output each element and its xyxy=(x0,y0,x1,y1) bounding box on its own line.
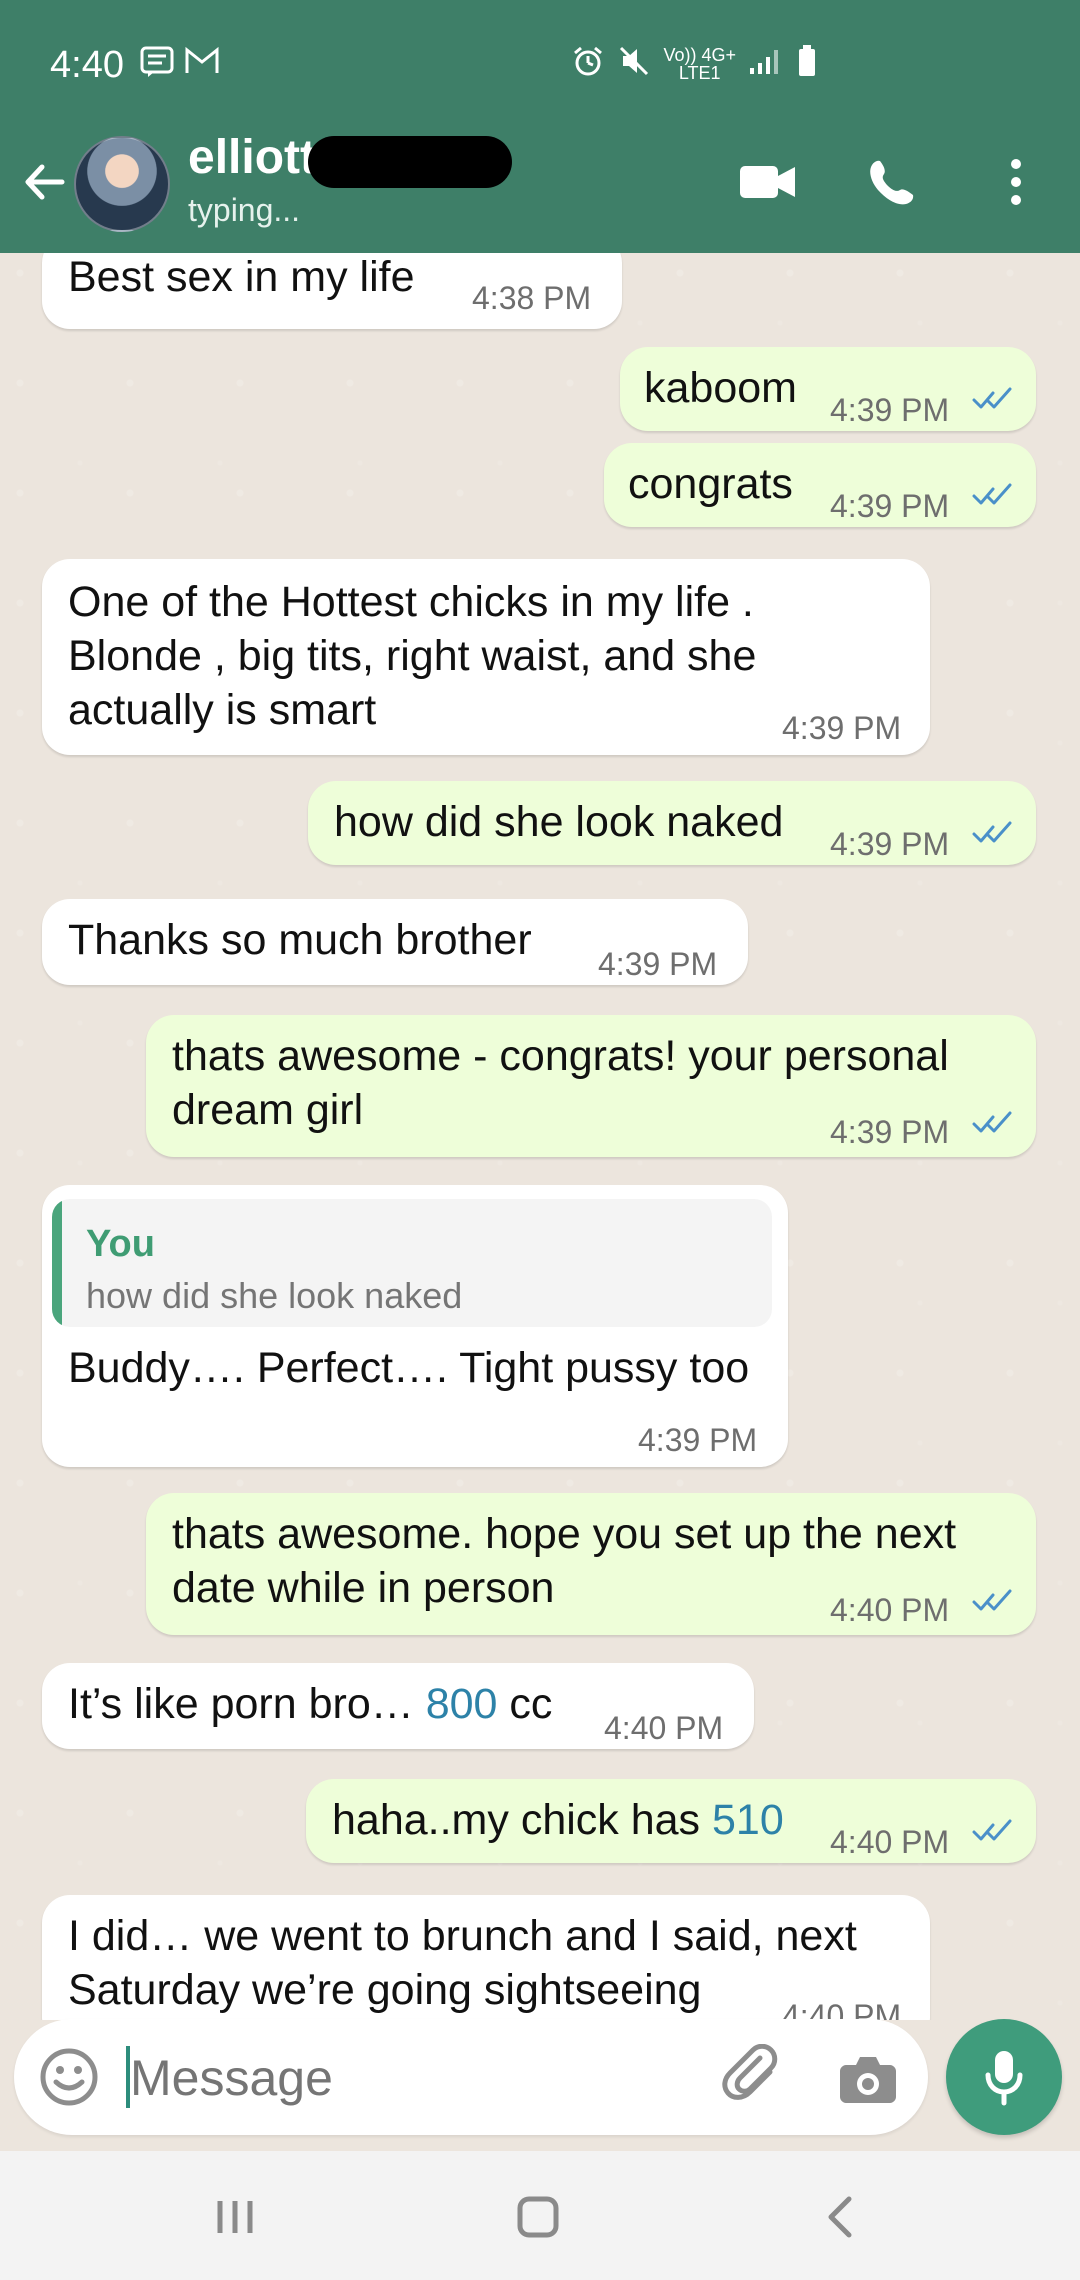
network-label-top: Vo)) 4G+ xyxy=(663,44,736,65)
system-navigation-bar xyxy=(0,2151,1080,2280)
mic-button[interactable] xyxy=(946,2019,1062,2135)
quoted-author: You xyxy=(86,1223,155,1265)
message-bubble[interactable]: kaboom 4:39 PM xyxy=(620,347,1036,431)
mute-icon xyxy=(617,44,651,83)
chat-area[interactable]: Best sex in my life 4:38 PM kaboom 4:39 … xyxy=(0,253,1080,2020)
mic-icon[interactable] xyxy=(980,2047,1028,2107)
gmail-icon xyxy=(184,46,220,83)
message-bubble[interactable]: thats awesome. hope you set up the next … xyxy=(146,1493,1036,1635)
system-back-button[interactable] xyxy=(806,2191,876,2243)
message-bubble[interactable]: I did… we went to brunch and I said, nex… xyxy=(42,1895,930,2020)
quoted-message[interactable]: You how did she look naked xyxy=(52,1199,772,1327)
double-check-icon xyxy=(972,821,1012,843)
home-button[interactable] xyxy=(503,2191,573,2243)
recent-apps-icon[interactable] xyxy=(212,2197,258,2237)
message-bubble[interactable]: thats awesome - congrats! your personal … xyxy=(146,1015,1036,1157)
signal-icon xyxy=(748,46,784,81)
message-bubble[interactable]: One of the Hottest chicks in my life . B… xyxy=(42,559,930,755)
message-line: Saturday we’re going sightseeing xyxy=(68,1966,702,2014)
message-text: Buddy…. Perfect…. Tight pussy too xyxy=(68,1344,750,1392)
message-text: Best sex in my life xyxy=(68,253,415,301)
message-bubble[interactable]: congrats 4:39 PM xyxy=(604,443,1036,527)
message-line: actually is smart xyxy=(68,686,377,734)
battery-icon xyxy=(796,44,818,83)
message-time: 4:39 PM xyxy=(638,1422,758,1458)
message-time: 4:39 PM xyxy=(598,946,718,982)
video-call-icon[interactable] xyxy=(738,162,798,202)
voice-call-button[interactable] xyxy=(862,156,922,208)
message-line: dream girl xyxy=(172,1086,364,1134)
redaction-bar xyxy=(308,136,512,188)
double-check-icon xyxy=(972,387,1012,409)
back-button[interactable] xyxy=(18,156,70,208)
message-text-before: It’s like porn bro… xyxy=(68,1680,426,1728)
status-left-icons xyxy=(140,46,220,83)
message-line: thats awesome. hope you set up the next xyxy=(172,1510,957,1558)
voice-call-icon[interactable] xyxy=(866,156,918,208)
emoji-icon[interactable] xyxy=(38,2046,100,2108)
message-bubble[interactable]: Best sex in my life 4:38 PM xyxy=(42,253,622,329)
double-check-icon xyxy=(972,1819,1012,1841)
home-icon[interactable] xyxy=(514,2193,562,2241)
double-check-icon xyxy=(972,1589,1012,1611)
message-bubble[interactable]: You how did she look naked Buddy…. Perfe… xyxy=(42,1185,788,1467)
highlight-number[interactable]: 800 xyxy=(426,1680,498,1728)
message-text-before: haha..my chick has xyxy=(332,1796,713,1844)
more-options-button[interactable] xyxy=(986,156,1046,208)
message-time: 4:39 PM xyxy=(830,1114,950,1150)
volte-icon: Vo)) 4G+ LTE1 xyxy=(663,46,736,82)
message-time: 4:39 PM xyxy=(830,488,950,524)
message-bubble[interactable]: how did she look naked 4:39 PM xyxy=(308,781,1036,865)
message-composer[interactable] xyxy=(14,2019,928,2135)
message-text: how did she look naked xyxy=(334,798,784,846)
highlight-number[interactable]: 510 xyxy=(712,1796,784,1844)
recent-apps-button[interactable] xyxy=(200,2191,270,2243)
message-text: It’s like porn bro… 800 cc xyxy=(68,1677,552,1731)
camera-icon[interactable] xyxy=(836,2047,900,2109)
message-text: Thanks so much brother xyxy=(68,916,532,964)
video-call-button[interactable] xyxy=(738,156,798,208)
message-line: date while in person xyxy=(172,1564,555,1612)
header-actions xyxy=(738,156,1046,208)
back-nav-icon[interactable] xyxy=(821,2193,861,2241)
message-time: 4:39 PM xyxy=(782,710,902,746)
attach-icon[interactable] xyxy=(722,2044,786,2108)
quoted-text: how did she look naked xyxy=(86,1275,463,1316)
message-line: I did… we went to brunch and I said, nex… xyxy=(68,1912,857,1960)
message-bubble[interactable]: haha..my chick has 510 4:40 PM xyxy=(306,1779,1036,1863)
message-text: congrats xyxy=(628,460,793,508)
message-bubble[interactable]: Thanks so much brother 4:39 PM xyxy=(42,899,748,985)
double-check-icon xyxy=(972,1111,1012,1133)
status-time: 4:40 xyxy=(50,44,124,86)
message-time: 4:38 PM xyxy=(472,280,592,316)
message-text: kaboom xyxy=(644,364,797,412)
contact-name[interactable]: elliott xyxy=(188,130,316,185)
message-line: thats awesome - congrats! your personal xyxy=(172,1032,949,1080)
message-time: 4:39 PM xyxy=(830,826,950,862)
alarm-icon xyxy=(571,44,605,83)
back-arrow-icon[interactable] xyxy=(18,156,70,208)
chat-notification-icon xyxy=(140,46,174,83)
status-right-icons: Vo)) 4G+ LTE1 xyxy=(571,44,818,83)
avatar[interactable] xyxy=(74,136,170,232)
network-label-bottom: LTE1 xyxy=(678,62,721,83)
message-time: 4:39 PM xyxy=(830,392,950,428)
double-check-icon xyxy=(972,483,1012,505)
typing-status: typing... xyxy=(188,192,301,228)
message-text-after: cc xyxy=(497,1680,553,1728)
more-vert-icon[interactable] xyxy=(1008,156,1024,208)
top-app-bar: 4:40 Vo)) 4G+ LTE1 elliott typing... xyxy=(0,0,1080,253)
message-line: One of the Hottest chicks in my life . xyxy=(68,578,754,626)
message-time: 4:40 PM xyxy=(830,1824,950,1860)
message-time: 4:40 PM xyxy=(782,1998,902,2020)
message-bubble[interactable]: It’s like porn bro… 800 cc 4:40 PM xyxy=(42,1663,754,1749)
message-time: 4:40 PM xyxy=(604,1710,724,1746)
message-time: 4:40 PM xyxy=(830,1592,950,1628)
message-text: haha..my chick has 510 xyxy=(332,1793,784,1847)
message-input[interactable] xyxy=(128,2039,692,2117)
message-line: Blonde , big tits, right waist, and she xyxy=(68,632,757,680)
